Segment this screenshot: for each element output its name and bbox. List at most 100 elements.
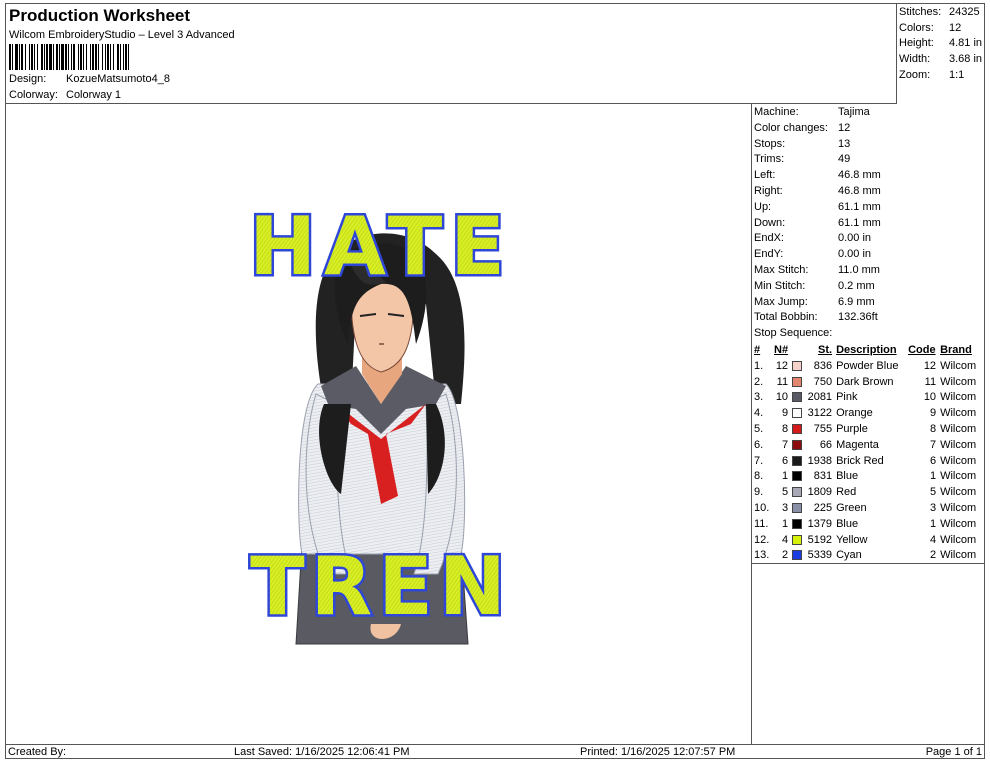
colorway-label: Colorway:: [9, 89, 58, 101]
row-index: 6.: [754, 438, 764, 451]
row-stitches: 5339: [807, 549, 833, 562]
row-description: Green: [836, 501, 867, 514]
info-label: Machine:: [754, 106, 799, 118]
row-stitches: 1809: [807, 486, 833, 499]
col-header-swatch: [792, 343, 806, 359]
row-brand: Wilcom: [940, 533, 977, 546]
col-header-description: Description: [836, 343, 897, 356]
row-code: 2: [929, 549, 937, 562]
colorway-row: Colorway: Colorway 1: [9, 89, 121, 101]
info-value: 0.00 in: [838, 248, 872, 261]
row-code: 4: [929, 533, 937, 546]
thread-color-swatch: [792, 360, 803, 371]
row-code: 7: [929, 438, 937, 451]
thread-color-swatch: [792, 471, 803, 482]
color-swatch: [792, 501, 806, 517]
info-label: Color changes:: [754, 121, 828, 134]
info-value: Tajima: [838, 106, 870, 118]
thread-color-swatch: [792, 503, 803, 514]
info-value: 49: [838, 153, 851, 166]
info-value: 61.1 mm: [838, 200, 881, 213]
row-code: 8: [929, 422, 937, 435]
row-stitches: 2081: [807, 391, 833, 404]
info-value: 46.8 mm: [838, 169, 881, 182]
row-code: 11: [924, 375, 937, 388]
row-description: Red: [836, 486, 857, 499]
table-row: 10. 3 225 Green 3 Wilcom: [752, 501, 984, 517]
design-text-top: HATE: [249, 200, 513, 293]
row-stitches: 750: [813, 375, 833, 388]
design-row: Design: KozueMatsumoto4_8: [9, 73, 170, 85]
info-label: Min Stitch:: [754, 279, 806, 292]
col-header-index: #: [754, 343, 761, 356]
info-row: Trims: 49: [754, 152, 984, 168]
row-index: 5.: [754, 422, 764, 435]
row-brand: Wilcom: [940, 359, 977, 372]
software-subtitle: Wilcom EmbroideryStudio – Level 3 Advanc…: [9, 29, 235, 41]
stat-value: 12: [949, 21, 962, 34]
row-description: Dark Brown: [836, 375, 894, 388]
thread-color-swatch: [792, 534, 803, 545]
design-stats: Stitches: 24325 Colors: 12 Height: 4.81 in …: [897, 4, 984, 104]
worksheet-frame: Production Worksheet Wilcom EmbroiderySt…: [5, 3, 985, 759]
design-preview: HATE TREN: [6, 104, 752, 744]
info-row: Up: 61.1 mm: [754, 200, 984, 216]
col-header-brand: Brand: [940, 343, 972, 356]
row-code: 6: [929, 454, 937, 467]
row-index: 7.: [754, 454, 764, 467]
row-brand: Wilcom: [940, 438, 977, 451]
row-brand: Wilcom: [940, 454, 977, 467]
row-brand: Wilcom: [940, 422, 977, 435]
stat-row: Stitches: 24325: [899, 5, 984, 21]
stop-sequence-table: # N# St. Description Code Brand 1. 12 836 P…: [752, 343, 984, 564]
row-index: 11.: [754, 517, 769, 530]
info-row: Stops: 13: [754, 137, 984, 153]
row-stitches: 225: [813, 501, 833, 514]
row-needle: 10: [775, 391, 789, 404]
stat-row: Width: 3.68 in: [899, 52, 984, 68]
row-description: Brick Red: [836, 454, 884, 467]
info-label: Up:: [754, 200, 772, 213]
stat-row: Height: 4.81 in: [899, 36, 984, 52]
table-row: 7. 6 1938 Brick Red 6 Wilcom: [752, 454, 984, 470]
row-index: 12.: [754, 533, 770, 546]
row-code: 1: [929, 517, 937, 530]
table-row: 13. 2 5339 Cyan 2 Wilcom: [752, 548, 984, 564]
color-swatch: [792, 406, 806, 422]
row-index: 4.: [754, 407, 764, 420]
stop-sequence-body: 1. 12 836 Powder Blue 12 Wilcom 2. 11 750 Dark Br…: [752, 359, 984, 564]
info-value: 6.9 mm: [838, 295, 875, 308]
machine-info-list: Machine: Tajima Color changes: 12 Stops: 13 Tr…: [752, 104, 984, 326]
info-value: 11.0 mm: [838, 263, 880, 276]
row-index: 3.: [754, 391, 764, 404]
barcode: [9, 44, 245, 70]
table-row: 9. 5 1809 Red 5 Wilcom: [752, 485, 984, 501]
row-code: 10: [923, 391, 937, 404]
row-brand: Wilcom: [940, 407, 977, 420]
info-value: 46.8 mm: [838, 184, 881, 197]
design-text-bottom: TREN: [250, 540, 512, 633]
info-row: EndX: 0.00 in: [754, 231, 984, 247]
row-needle: 2: [781, 549, 789, 562]
row-index: 13.: [754, 549, 770, 562]
info-row: Min Stitch: 0.2 mm: [754, 279, 984, 295]
row-index: 9.: [754, 486, 764, 499]
row-code: 9: [929, 407, 937, 420]
row-index: 1.: [754, 359, 764, 372]
row-description: Magenta: [836, 438, 879, 451]
color-swatch: [792, 533, 806, 549]
last-saved: Last Saved: 1/16/2025 12:06:41 PM: [234, 746, 410, 758]
color-swatch: [792, 359, 806, 375]
row-needle: 8: [781, 422, 789, 435]
row-description: Purple: [836, 422, 868, 435]
row-stitches: 831: [813, 470, 833, 483]
color-swatch: [792, 454, 806, 470]
row-brand: Wilcom: [940, 549, 977, 562]
table-row: 2. 11 750 Dark Brown 11 Wilcom: [752, 375, 984, 391]
row-brand: Wilcom: [940, 470, 977, 483]
info-row: Color changes: 12: [754, 121, 984, 137]
info-label: EndX:: [754, 232, 784, 245]
row-needle: 6: [781, 454, 789, 467]
info-label: Max Jump:: [754, 295, 808, 308]
printed-date: Printed: 1/16/2025 12:07:57 PM: [580, 746, 736, 758]
